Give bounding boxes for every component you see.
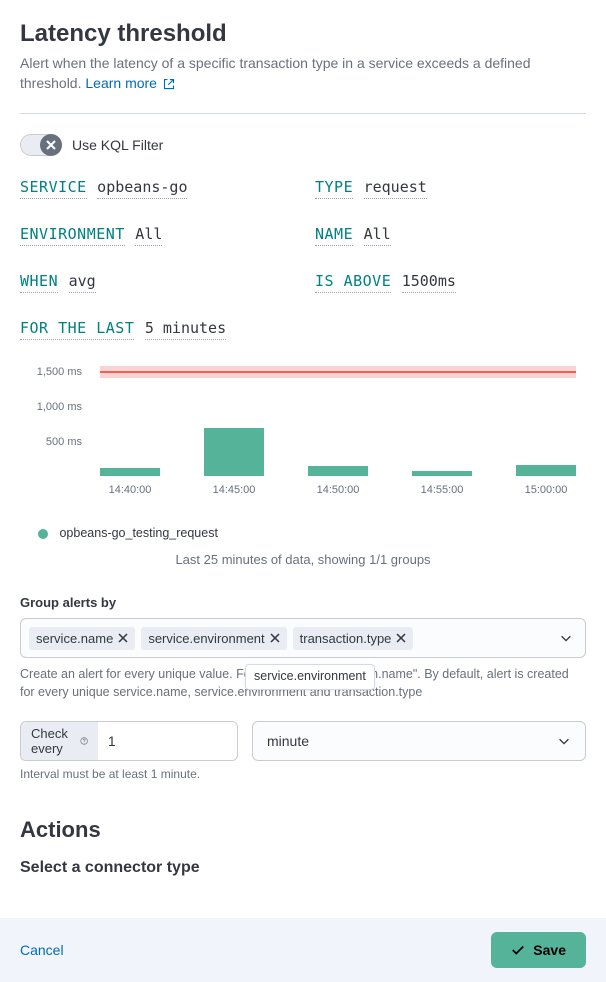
param-when[interactable]: WHEN avg — [20, 272, 315, 291]
interval-hint: Interval must be at least 1 minute. — [20, 767, 586, 781]
close-icon[interactable] — [396, 633, 406, 643]
chevron-down-icon[interactable] — [559, 631, 573, 645]
bar-5 — [516, 465, 576, 476]
check-every-input[interactable]: Check every — [20, 721, 238, 761]
tooltip: service.environment — [245, 664, 375, 690]
param-is-above[interactable]: IS ABOVE 1500ms — [315, 272, 586, 291]
param-service[interactable]: SERVICE opbeans-go — [20, 178, 315, 197]
page-description: Alert when the latency of a specific tra… — [20, 54, 586, 93]
toggle-thumb — [40, 134, 62, 156]
group-pill-transaction-type[interactable]: transaction.type — [293, 627, 414, 650]
actions-heading: Actions — [20, 817, 586, 843]
cancel-button[interactable]: Cancel — [20, 942, 64, 958]
connector-type-heading: Select a connector type — [20, 859, 586, 877]
bar-1 — [100, 468, 160, 476]
interval-unit-select[interactable]: minute — [252, 721, 586, 761]
close-icon — [46, 140, 56, 150]
param-for-last[interactable]: FOR THE LAST 5 minutes — [20, 319, 586, 338]
param-environment[interactable]: ENVIRONMENT All — [20, 225, 315, 244]
threshold-line — [100, 371, 576, 373]
question-icon[interactable] — [80, 734, 88, 748]
learn-more-link[interactable]: Learn more — [85, 75, 174, 91]
close-icon[interactable] — [270, 633, 280, 643]
footer: Cancel Save — [0, 918, 606, 982]
group-by-input[interactable]: service.name service.environment transac… — [20, 618, 586, 658]
chart-legend: opbeans-go_testing_request — [20, 526, 586, 540]
param-name[interactable]: NAME All — [315, 225, 586, 244]
interval-value-input[interactable] — [98, 722, 237, 760]
group-pill-service-environment[interactable]: service.environment — [141, 627, 286, 650]
bar-4 — [412, 471, 472, 476]
x-axis-labels: 14:40:00 14:45:00 14:50:00 14:55:00 15:0… — [100, 484, 576, 496]
chart-caption: Last 25 minutes of data, showing 1/1 gro… — [20, 552, 586, 567]
kql-filter-label: Use KQL Filter — [72, 137, 163, 153]
group-pill-service-name[interactable]: service.name — [29, 627, 135, 650]
check-icon — [511, 943, 525, 957]
latency-chart: 1,500 ms 1,000 ms 500 ms 14:40:00 14:45:… — [20, 366, 586, 567]
kql-filter-toggle[interactable] — [20, 134, 62, 156]
y-axis-labels: 1,500 ms 1,000 ms 500 ms — [20, 366, 88, 476]
chevron-down-icon — [557, 734, 571, 748]
bar-3 — [308, 466, 368, 476]
legend-dot-icon — [38, 529, 48, 539]
bar-2 — [204, 428, 264, 476]
close-icon[interactable] — [118, 633, 128, 643]
param-type[interactable]: TYPE request — [315, 178, 586, 197]
divider — [20, 113, 586, 114]
page-title: Latency threshold — [20, 20, 586, 48]
group-by-label: Group alerts by — [20, 595, 586, 610]
save-button[interactable]: Save — [491, 932, 586, 968]
group-by-help: Create an alert for every unique value. … — [20, 666, 586, 701]
chart-bars — [100, 376, 576, 476]
popout-icon — [163, 78, 175, 90]
